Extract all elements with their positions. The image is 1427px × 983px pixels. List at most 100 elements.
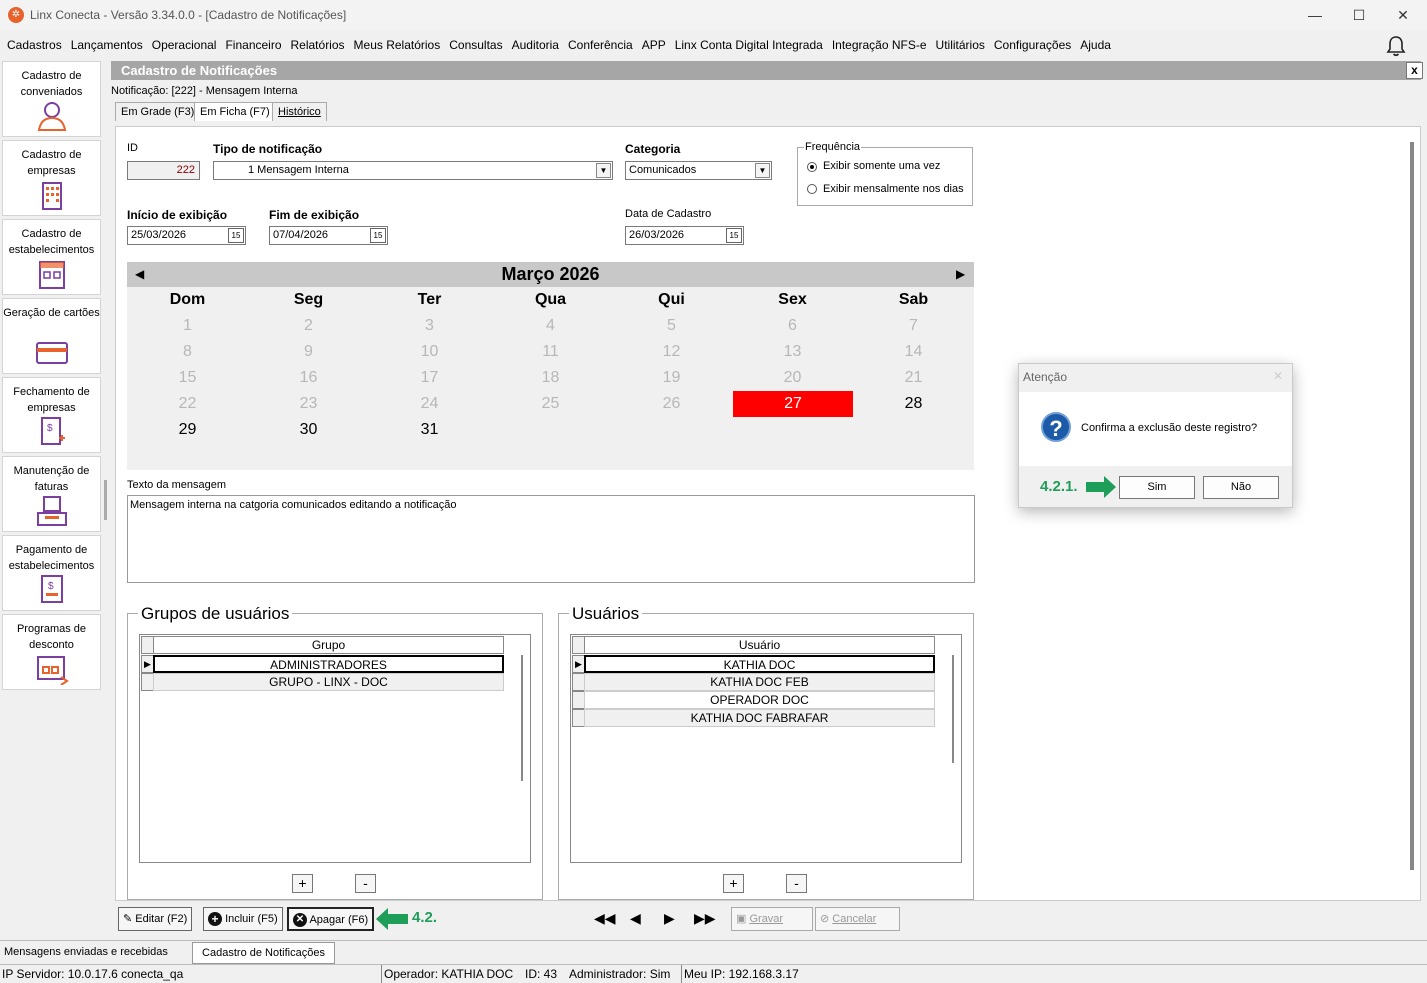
calendar-day[interactable]: 3 [369, 313, 490, 339]
delete-button[interactable]: ✕ Apagar (F6) [287, 907, 375, 931]
calendar-icon[interactable]: 15 [228, 228, 244, 243]
menu-operacional[interactable]: Operacional [152, 38, 217, 52]
table-row[interactable]: KATHIA DOC [584, 655, 935, 673]
menu-conta-digital[interactable]: Linx Conta Digital Integrada [675, 38, 823, 52]
grupo-column-header[interactable]: Grupo [153, 636, 504, 654]
first-record-icon[interactable]: ◀◀ [594, 910, 616, 927]
calendar-day[interactable]: 7 [853, 313, 974, 339]
calendar-day[interactable]: 23 [248, 391, 369, 417]
cadastro-date-field[interactable]: 26/03/2026 15 [625, 226, 744, 245]
calendar-day[interactable]: 16 [248, 365, 369, 391]
calendar-day[interactable]: 14 [853, 339, 974, 365]
calendar-day[interactable]: 15 [127, 365, 248, 391]
calendar-day[interactable]: 26 [611, 391, 732, 417]
sidebar-item-faturas[interactable]: Manutenção de faturas [2, 456, 101, 532]
calendar-day[interactable]: 30 [248, 417, 369, 443]
menu-cadastros[interactable]: Cadastros [7, 38, 62, 52]
menu-lancamentos[interactable]: Lançamentos [71, 38, 143, 52]
categoria-select[interactable]: Comunicados ▼ [625, 161, 772, 180]
minimize-button[interactable]: — [1292, 4, 1338, 26]
calendar-day[interactable]: 11 [490, 339, 611, 365]
menu-utilitarios[interactable]: Utilitários [936, 38, 985, 52]
sidebar-item-desconto[interactable]: Programas de desconto [2, 614, 101, 690]
calendar-day[interactable]: 24 [369, 391, 490, 417]
calendar-icon[interactable]: 15 [726, 228, 742, 243]
include-button[interactable]: + Incluir (F5) [203, 907, 283, 931]
menu-conferencia[interactable]: Conferência [568, 38, 633, 52]
menu-consultas[interactable]: Consultas [449, 38, 502, 52]
prev-month-icon[interactable]: ◀ [135, 267, 144, 281]
sidebar-splitter[interactable] [104, 480, 107, 520]
menu-financeiro[interactable]: Financeiro [225, 38, 281, 52]
calendar-day[interactable]: 13 [732, 339, 853, 365]
status-tab-messages[interactable]: Mensagens enviadas e recebidas [4, 946, 168, 958]
add-user-button[interactable]: + [723, 874, 744, 893]
sidebar-item-estabelecimentos[interactable]: Cadastro de estabelecimentos [2, 219, 101, 295]
calendar-icon[interactable]: 15 [370, 228, 386, 243]
table-row[interactable]: GRUPO - LINX - DOC [153, 673, 504, 691]
cancel-button[interactable]: ⊘ Cancelar [815, 907, 900, 931]
prev-record-icon[interactable]: ◀ [630, 910, 641, 927]
add-group-button[interactable]: + [292, 874, 313, 893]
calendar-day[interactable]: 22 [127, 391, 248, 417]
table-row[interactable]: OPERADOR DOC [584, 691, 935, 709]
usuario-column-header[interactable]: Usuário [584, 636, 935, 654]
menu-configuracoes[interactable]: Configurações [994, 38, 1071, 52]
sidebar-item-empresas[interactable]: Cadastro de empresas [2, 140, 101, 216]
tab-em-ficha[interactable]: Em Ficha (F7) [194, 102, 276, 121]
dialog-close-button[interactable]: ✕ [1273, 369, 1283, 383]
freq-radio-monthly[interactable] [807, 184, 817, 194]
menu-ajuda[interactable]: Ajuda [1080, 38, 1111, 52]
groups-scrollbar[interactable] [521, 655, 523, 781]
sidebar-item-conveniados[interactable]: Cadastro de conveniados [2, 61, 101, 137]
users-scrollbar[interactable] [952, 655, 954, 763]
sidebar-item-pagamento[interactable]: Pagamento de estabelecimentos $ [2, 535, 101, 611]
calendar-day[interactable]: 29 [127, 417, 248, 443]
calendar-day[interactable]: 18 [490, 365, 611, 391]
calendar-day[interactable]: 21 [853, 365, 974, 391]
chevron-down-icon[interactable]: ▼ [755, 163, 770, 178]
calendar-day[interactable]: 12 [611, 339, 732, 365]
calendar-day[interactable]: 25 [490, 391, 611, 417]
freq-radio-once[interactable] [807, 162, 817, 172]
next-record-icon[interactable]: ▶ [664, 910, 675, 927]
tab-historico[interactable]: Histórico [272, 102, 327, 121]
yes-button[interactable]: Sim [1119, 476, 1195, 499]
calendar-day[interactable]: 8 [127, 339, 248, 365]
calendar-day[interactable]: 17 [369, 365, 490, 391]
sidebar-item-fechamento[interactable]: Fechamento de empresas $ [2, 377, 101, 453]
menu-relatorios[interactable]: Relatórios [291, 38, 345, 52]
bell-icon[interactable] [1386, 35, 1406, 62]
message-textarea[interactable]: Mensagem interna na catgoria comunicados… [127, 495, 975, 583]
close-window-button[interactable]: ✕ [1380, 4, 1426, 26]
menu-integracao-nfse[interactable]: Integração NFS-e [832, 38, 927, 52]
status-tab-notificacoes[interactable]: Cadastro de Notificações [192, 942, 335, 964]
maximize-button[interactable]: ☐ [1336, 4, 1382, 26]
remove-user-button[interactable]: - [786, 874, 807, 893]
menu-app[interactable]: APP [642, 38, 666, 52]
table-row[interactable]: KATHIA DOC FEB [584, 673, 935, 691]
calendar-day[interactable]: 20 [732, 365, 853, 391]
calendar-day[interactable]: 19 [611, 365, 732, 391]
save-button[interactable]: ▣ Gravar [731, 907, 813, 931]
calendar-day[interactable]: 6 [732, 313, 853, 339]
calendar-day-selected[interactable]: 27 [733, 391, 853, 417]
form-close-button[interactable]: x [1406, 62, 1423, 79]
freq-option-monthly[interactable]: Exibir mensalmente nos dias [823, 183, 964, 195]
form-scrollbar[interactable] [1410, 142, 1414, 870]
inicio-date-field[interactable]: 25/03/2026 15 [127, 226, 246, 245]
calendar-day[interactable]: 4 [490, 313, 611, 339]
next-month-icon[interactable]: ▶ [956, 267, 965, 281]
remove-group-button[interactable]: - [355, 874, 376, 893]
edit-button[interactable]: ✎ Editar (F2) [118, 907, 193, 931]
menu-auditoria[interactable]: Auditoria [512, 38, 559, 52]
freq-option-once[interactable]: Exibir somente uma vez [823, 160, 940, 172]
calendar-day[interactable]: 10 [369, 339, 490, 365]
fim-date-field[interactable]: 07/04/2026 15 [269, 226, 388, 245]
menu-meus-relatorios[interactable]: Meus Relatórios [354, 38, 441, 52]
tab-em-grade[interactable]: Em Grade (F3) [115, 102, 201, 121]
calendar-day[interactable]: 28 [853, 391, 974, 417]
tipo-select[interactable]: 1 Mensagem Interna ▼ [213, 161, 613, 180]
table-row[interactable]: ADMINISTRADORES [153, 655, 504, 673]
calendar-day[interactable]: 31 [369, 417, 490, 443]
